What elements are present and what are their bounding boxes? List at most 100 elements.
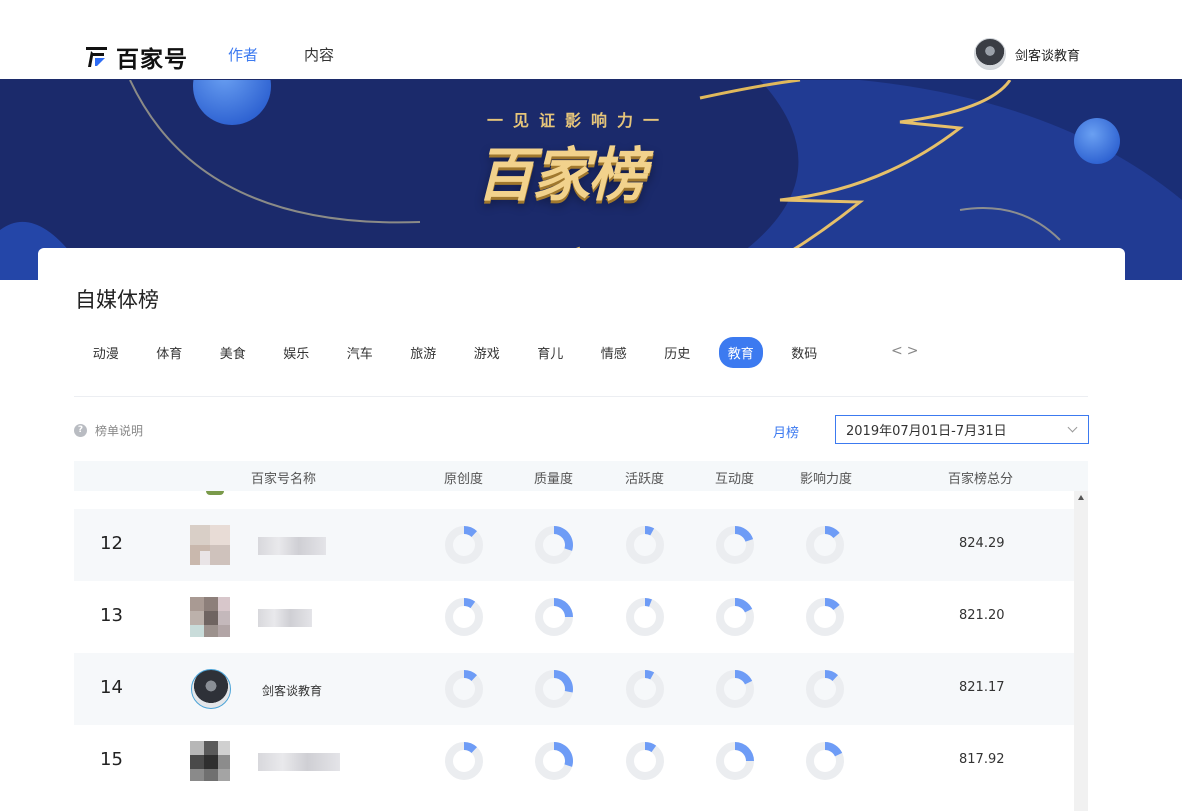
ranking-explain[interactable]: ? 榜单说明 <box>74 422 143 439</box>
donut-value-arc <box>554 526 573 551</box>
interaction-donut <box>716 598 754 636</box>
author-name-blurred <box>258 609 312 627</box>
period-monthly[interactable]: 月榜 <box>773 422 799 441</box>
question-icon: ? <box>74 424 87 437</box>
total-score: 824.29 <box>959 536 1005 551</box>
col-interaction: 互动度 <box>715 472 755 487</box>
user-name: 剑客谈教育 <box>1014 48 1080 64</box>
donut-value-arc <box>554 742 573 767</box>
nav-item-author[interactable]: 作者 <box>228 44 258 65</box>
rank-number: 15 <box>100 749 123 770</box>
user-avatar[interactable] <box>973 38 1006 70</box>
originality-donut <box>445 742 483 780</box>
donut-value-arc <box>735 526 754 542</box>
table-row[interactable]: 15 817.92 <box>74 725 1074 797</box>
author-name-blurred <box>258 753 340 771</box>
rank-number: 14 <box>100 677 123 698</box>
donut-track <box>445 670 483 708</box>
table-row[interactable]: 13 821.20 <box>74 581 1074 653</box>
donut-track <box>626 670 664 708</box>
influence-donut <box>806 526 844 564</box>
category-tab[interactable]: 情感 <box>582 337 646 368</box>
activity-donut <box>626 598 664 636</box>
author-name-blurred <box>258 537 326 555</box>
total-score: 821.17 <box>959 680 1005 695</box>
total-score: 817.92 <box>959 752 1005 767</box>
originality-donut <box>445 598 483 636</box>
originality-donut <box>445 670 483 708</box>
banner-title: 百家榜 <box>476 141 646 209</box>
rank-number: 12 <box>100 533 123 554</box>
category-tab[interactable]: 数码 <box>773 337 837 368</box>
nav-item-content[interactable]: 内容 <box>304 44 334 65</box>
activity-donut <box>626 670 664 708</box>
influence-donut <box>806 742 844 780</box>
table-row[interactable]: 14 剑客谈教育 821.17 <box>74 653 1074 725</box>
table-row[interactable]: 12 824.29 <box>74 509 1074 581</box>
category-tabs: 动漫 体育 美食 娱乐 汽车 旅游 游戏 育儿 情感 历史 教育 数码 <box>74 336 837 368</box>
donut-track <box>806 670 844 708</box>
scroll-up-arrow-icon[interactable] <box>1078 495 1084 500</box>
influence-donut <box>806 598 844 636</box>
category-tab[interactable]: 育儿 <box>519 337 583 368</box>
top-header: 百家号 作者 内容 剑客谈教育 <box>0 0 1182 80</box>
quality-donut <box>535 742 573 780</box>
author-thumbnail <box>190 525 230 565</box>
category-tab[interactable]: 娱乐 <box>265 337 329 368</box>
total-score: 821.20 <box>959 608 1005 623</box>
interaction-donut <box>716 670 754 708</box>
top-nav: 作者 内容 <box>228 44 334 65</box>
activity-donut <box>626 742 664 780</box>
ranking-card: 自媒体榜 动漫 体育 美食 娱乐 汽车 旅游 游戏 育儿 情感 历史 教育 数码… <box>38 248 1125 811</box>
quality-donut <box>535 670 573 708</box>
ranking-title: 自媒体榜 <box>75 288 159 312</box>
divider <box>74 396 1088 397</box>
author-thumbnail <box>190 741 230 781</box>
col-originality: 原创度 <box>444 472 484 487</box>
table-header: 百家号名称 原创度 质量度 活跃度 互动度 影响力度 百家榜总分 <box>74 461 1088 491</box>
donut-value-arc <box>554 670 573 693</box>
donut-value-arc <box>554 598 573 617</box>
originality-donut <box>445 526 483 564</box>
date-range-value: 2019年07月01日-7月31日 <box>846 424 1007 439</box>
table-scrollbar[interactable] <box>1074 491 1088 811</box>
activity-donut <box>626 526 664 564</box>
date-range-select[interactable]: 2019年07月01日-7月31日 <box>835 415 1089 444</box>
donut-track <box>445 742 483 780</box>
donut-value-arc <box>735 742 754 761</box>
quality-donut <box>535 598 573 636</box>
explain-label: 榜单说明 <box>95 424 144 438</box>
baijiahao-logo[interactable]: 百家号 <box>84 40 188 74</box>
quality-donut <box>535 526 573 564</box>
logo-text: 百家号 <box>116 47 188 73</box>
user-menu[interactable]: 剑客谈教育 <box>973 38 1080 70</box>
category-tab[interactable]: 美食 <box>201 337 265 368</box>
donut-track <box>626 742 664 780</box>
category-tab-active[interactable]: 教育 <box>709 336 773 368</box>
influence-donut <box>806 670 844 708</box>
col-quality: 质量度 <box>534 472 574 487</box>
col-total-score: 百家榜总分 <box>948 472 1014 487</box>
category-tab[interactable]: 体育 <box>138 337 202 368</box>
donut-track <box>445 598 483 636</box>
ranking-table: 12 824.29 13 821.20 14 剑客谈教育 821.17 15 8… <box>74 491 1074 811</box>
col-name: 百家号名称 <box>251 472 317 487</box>
author-thumbnail <box>190 597 230 637</box>
category-tab[interactable]: 汽车 <box>328 337 392 368</box>
chevron-down-icon <box>1067 422 1078 433</box>
rank-number: 13 <box>100 605 123 626</box>
baijiahao-logo-icon <box>86 47 107 67</box>
interaction-donut <box>716 742 754 780</box>
category-scroll-arrows-icon[interactable]: <> <box>891 343 922 359</box>
category-tab[interactable]: 历史 <box>646 337 710 368</box>
interaction-donut <box>716 526 754 564</box>
author-name[interactable]: 剑客谈教育 <box>262 682 322 699</box>
col-influence: 影响力度 <box>800 472 853 487</box>
col-activity: 活跃度 <box>625 472 665 487</box>
category-tab[interactable]: 动漫 <box>74 337 138 368</box>
donut-track <box>626 526 664 564</box>
donut-track <box>445 526 483 564</box>
donut-track <box>626 598 664 636</box>
category-tab[interactable]: 游戏 <box>455 337 519 368</box>
category-tab[interactable]: 旅游 <box>392 337 456 368</box>
